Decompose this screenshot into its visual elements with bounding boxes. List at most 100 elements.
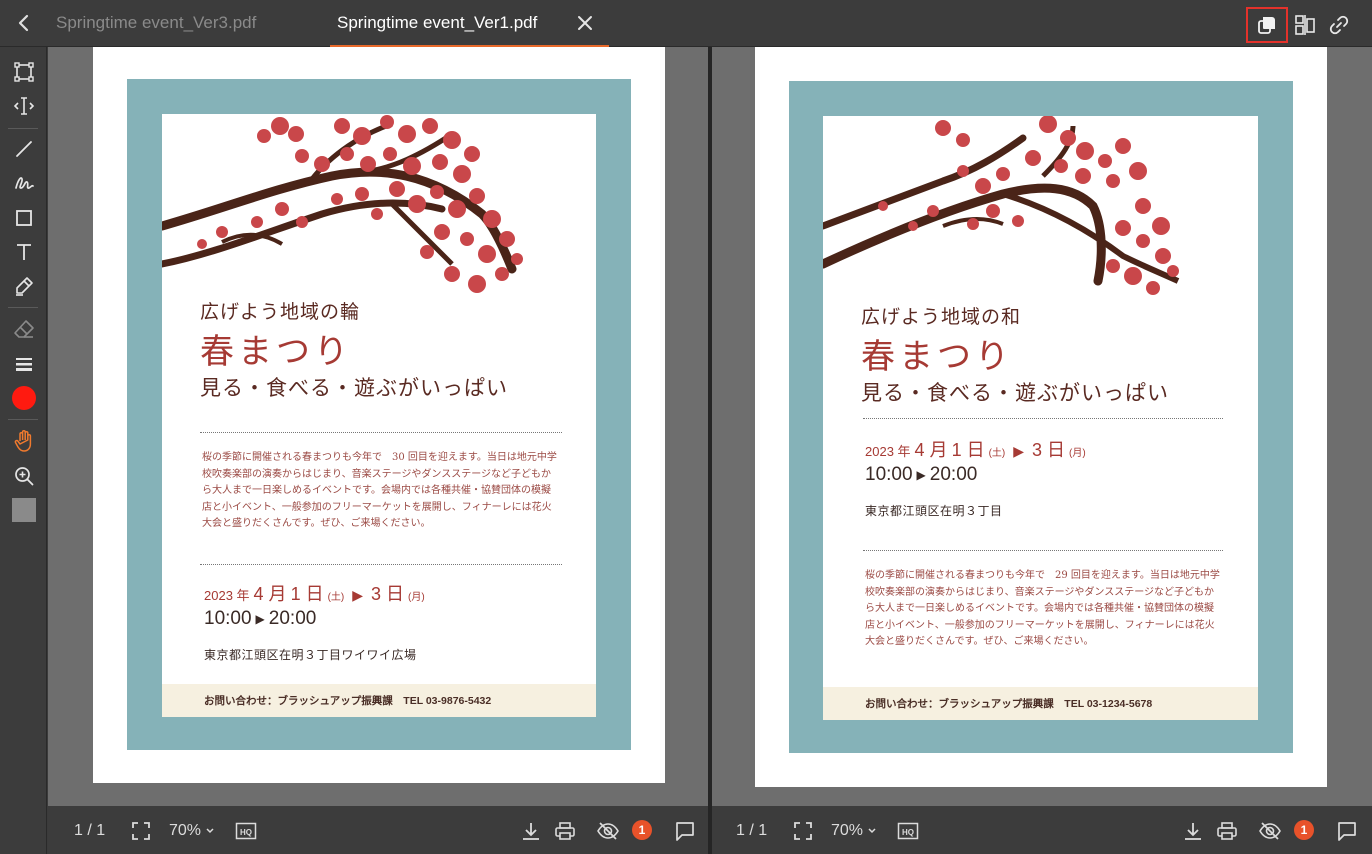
print-icon[interactable] — [554, 820, 576, 842]
hq-icon[interactable]: HQ — [897, 820, 919, 842]
hand-icon[interactable] — [8, 427, 40, 455]
close-tab-icon[interactable] — [575, 12, 595, 34]
dotted-divider — [863, 550, 1223, 551]
print-icon[interactable] — [1216, 820, 1238, 842]
link-icon — [1327, 13, 1351, 37]
viewer-footer-left: 1 / 1 70% HQ 1 — [48, 806, 708, 854]
cherry-blossom-illustration — [823, 116, 1180, 295]
teal-frame: 広げよう地域の輪 春まつり 見る・食べる・遊ぶがいっぱい 桜の季節に開催される春… — [127, 79, 631, 750]
highlighter-icon[interactable] — [8, 272, 40, 300]
event-time: 10:00 ▶ 20:00 — [204, 608, 316, 630]
flyer-title: 春まつり — [200, 332, 352, 372]
pdf-page-right: 広げよう地域の和 春まつり 見る・食べる・遊ぶがいっぱい 2023 年 4 月 … — [755, 47, 1327, 787]
flyer-tagline: 見る・食べる・遊ぶがいっぱい — [200, 376, 508, 400]
date-dow-start: (土) — [327, 592, 345, 603]
date-day-start: 1 日 — [290, 584, 324, 604]
event-dates: 2023 年 4 月 1 日 (土) ▶ 3 日 (月) — [204, 580, 425, 606]
poster-content: 広げよう地域の輪 春まつり 見る・食べる・遊ぶがいっぱい 桜の季節に開催される春… — [162, 114, 596, 717]
svg-text:HQ: HQ — [240, 828, 252, 837]
page-indicator: 1 / 1 — [736, 822, 768, 839]
time-end: 20:00 — [929, 464, 978, 485]
hq-icon[interactable]: HQ — [235, 820, 257, 842]
time-arrow-icon: ▶ — [255, 612, 265, 626]
annotation-toolbar — [0, 47, 47, 854]
zoom-dropdown[interactable]: 70% — [169, 820, 215, 842]
contact-bar: お問い合わせ：ブラッシュアップ振興課 TEL 03-1234-5678 — [823, 687, 1258, 720]
back-chevron-icon[interactable] — [14, 12, 34, 34]
flyer-subtitle: 広げよう地域の和 — [861, 306, 1022, 328]
document-pane-left[interactable]: 広げよう地域の輪 春まつり 見る・食べる・遊ぶがいっぱい 桜の季節に開催される春… — [48, 47, 708, 806]
time-arrow-icon: ▶ — [916, 468, 926, 482]
link-button[interactable] — [1318, 7, 1360, 43]
tab-springtime-ver1[interactable]: Springtime event_Ver1.pdf — [330, 0, 609, 47]
line-icon[interactable] — [8, 135, 40, 163]
teal-frame: 広げよう地域の和 春まつり 見る・食べる・遊ぶがいっぱい 2023 年 4 月 … — [789, 81, 1293, 753]
event-address: 東京都江頭区在明３丁目 — [865, 504, 1003, 518]
date-dow-end: (月) — [1069, 448, 1086, 459]
chevron-down-icon — [205, 826, 215, 836]
svg-text:HQ: HQ — [902, 828, 914, 837]
comment-icon[interactable] — [674, 820, 696, 842]
freehand-icon[interactable] — [8, 169, 40, 197]
viewer-footer-right: 1 / 1 70% HQ 1 — [712, 806, 1372, 854]
notification-badge: 1 — [1294, 820, 1314, 840]
date-day-end: 3 日 — [1032, 440, 1066, 460]
notification-badge: 1 — [632, 820, 652, 840]
flyer-subtitle: 広げよう地域の輪 — [200, 301, 361, 323]
date-year: 2023 年 — [204, 588, 250, 603]
fit-screen-icon[interactable] — [792, 820, 814, 842]
zoom-in-icon[interactable] — [8, 462, 40, 490]
chevron-down-icon — [867, 826, 877, 836]
fill-swatch-icon[interactable] — [8, 496, 40, 524]
flyer-description: 桜の季節に開催される春まつりも今年で 30 回目を迎えます。当日は地元中学校吹奏… — [202, 452, 557, 529]
fit-screen-icon[interactable] — [130, 820, 152, 842]
date-dow-start: (土) — [988, 448, 1006, 459]
date-year: 2023 年 — [865, 444, 911, 459]
date-month: 4 月 — [253, 584, 287, 604]
comment-icon[interactable] — [1336, 820, 1358, 842]
text-select-icon[interactable] — [8, 92, 40, 120]
tab-springtime-ver3[interactable]: Springtime event_Ver3.pdf — [56, 0, 256, 47]
flyer-title: 春まつり — [861, 337, 1013, 377]
compare-icon — [1293, 13, 1317, 37]
top-bar: Springtime event_Ver3.pdf Springtime eve… — [0, 0, 1372, 47]
flyer-tagline: 見る・食べる・遊ぶがいっぱい — [861, 381, 1169, 405]
document-pane-right[interactable]: 広げよう地域の和 春まつり 見る・食べる・遊ぶがいっぱい 2023 年 4 月 … — [712, 47, 1372, 806]
cherry-blossom-illustration — [162, 115, 523, 293]
copy-pages-icon — [1255, 13, 1279, 37]
select-box-icon[interactable] — [8, 58, 40, 86]
time-start: 10:00 — [204, 608, 252, 629]
zoom-level: 70% — [831, 822, 864, 839]
download-icon[interactable] — [1182, 820, 1204, 842]
event-dates: 2023 年 4 月 1 日 (土) ▶ 3 日 (月) — [865, 436, 1086, 462]
date-arrow-icon: ▶ — [352, 587, 364, 603]
date-day-end: 3 日 — [371, 584, 405, 604]
dotted-divider — [863, 418, 1223, 419]
download-icon[interactable] — [520, 820, 542, 842]
dotted-divider — [200, 564, 562, 565]
eraser-icon[interactable] — [8, 315, 40, 343]
rectangle-icon[interactable] — [8, 204, 40, 232]
hide-annotations-icon[interactable] — [596, 820, 620, 842]
date-month: 4 月 — [914, 440, 948, 460]
contact-bar: お問い合わせ：ブラッシュアップ振興課 TEL 03-9876-5432 — [162, 684, 596, 717]
date-day-start: 1 日 — [951, 440, 985, 460]
hide-annotations-icon[interactable] — [1258, 820, 1282, 842]
date-arrow-icon: ▶ — [1013, 443, 1025, 459]
page-indicator: 1 / 1 — [74, 822, 106, 839]
event-time: 10:00 ▶ 20:00 — [865, 464, 977, 486]
dotted-divider — [200, 432, 562, 433]
line-weight-icon[interactable] — [8, 350, 40, 378]
zoom-level: 70% — [169, 822, 202, 839]
flyer-description: 桜の季節に開催される春まつりも今年で 29 回目を迎えます。当日は地元中学校吹奏… — [865, 570, 1220, 647]
poster-content: 広げよう地域の和 春まつり 見る・食べる・遊ぶがいっぱい 2023 年 4 月 … — [823, 116, 1258, 720]
text-icon[interactable] — [8, 238, 40, 266]
date-dow-end: (月) — [408, 592, 425, 603]
zoom-dropdown[interactable]: 70% — [831, 820, 877, 842]
copy-pages-button[interactable] — [1246, 7, 1288, 43]
pdf-page-left: 広げよう地域の輪 春まつり 見る・食べる・遊ぶがいっぱい 桜の季節に開催される春… — [93, 47, 665, 783]
time-end: 20:00 — [268, 608, 317, 629]
time-start: 10:00 — [865, 464, 913, 485]
color-swatch-icon[interactable] — [8, 384, 40, 412]
event-address: 東京都江頭区在明３丁目ワイワイ広場 — [204, 648, 417, 662]
